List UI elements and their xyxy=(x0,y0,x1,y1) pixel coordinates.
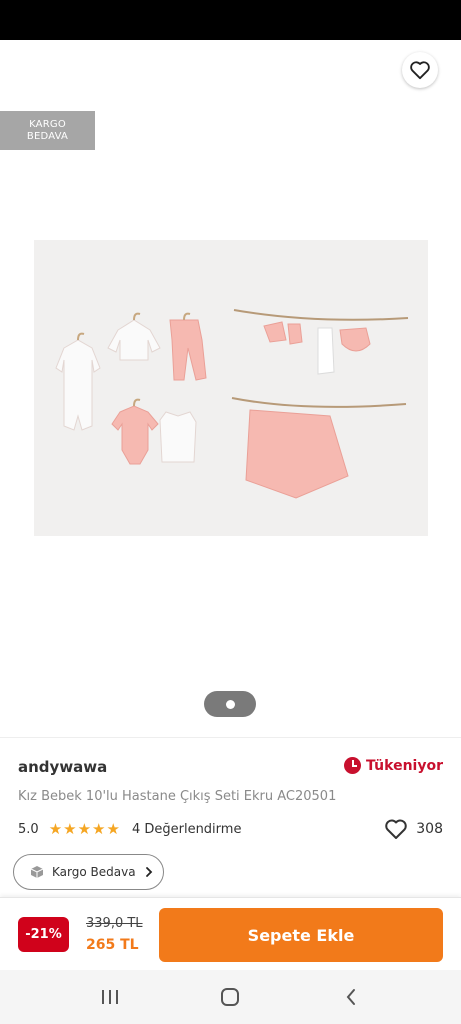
clock-icon xyxy=(343,757,361,774)
star-icon: ★ xyxy=(92,819,106,838)
favorites-number: 308 xyxy=(416,821,443,837)
old-price: 339,0 TL xyxy=(86,916,143,931)
rating-value: 5.0 xyxy=(18,821,39,837)
home-icon xyxy=(221,988,239,1006)
star-icon: ★ xyxy=(48,819,63,838)
image-pager[interactable] xyxy=(204,691,256,717)
arrow-left-icon xyxy=(26,61,48,81)
status-bar xyxy=(0,0,461,40)
back-button[interactable] xyxy=(22,56,52,86)
star-icon: ★ xyxy=(106,819,120,838)
discount-badge: -21% xyxy=(18,917,69,952)
rating-row: 5.0 ★ ★ ★ ★ ★ 4 Değerlendirme 308 xyxy=(18,819,443,839)
top-bar xyxy=(0,40,461,102)
reviews-link[interactable]: 4 Değerlendirme xyxy=(132,822,242,837)
add-to-cart-button[interactable]: Sepete Ekle xyxy=(159,908,443,962)
recent-apps-icon xyxy=(102,990,118,1004)
stock-label: Tükeniyor xyxy=(365,757,443,774)
chevron-right-icon xyxy=(145,867,152,877)
pager-dot-active xyxy=(225,699,235,709)
star-icon: ★ xyxy=(77,819,92,838)
purchase-bar: -21% 339,0 TL 265 TL Sepete Ekle xyxy=(0,897,461,970)
star-icon: ★ xyxy=(63,819,77,838)
heart-outline-icon xyxy=(410,61,430,80)
favorites-count[interactable]: 308 xyxy=(384,818,443,840)
free-shipping-badge: KARGO BEDAVA xyxy=(0,111,95,150)
share-icon xyxy=(353,61,371,81)
share-button[interactable] xyxy=(346,56,378,86)
product-title: Kız Bebek 10'lu Hastane Çıkış Seti Ekru … xyxy=(18,789,337,804)
stock-status: Tükeniyor xyxy=(343,757,443,774)
free-shipping-label: Kargo Bedava xyxy=(52,865,136,879)
rating-stars: ★ ★ ★ ★ ★ xyxy=(48,819,120,838)
product-info: andywawa Tükeniyor Kız Bebek 10'lu Hasta… xyxy=(0,737,461,897)
recent-apps-button[interactable] xyxy=(97,984,123,1010)
back-icon xyxy=(346,989,355,1005)
badge-line-2: BEDAVA xyxy=(26,130,69,142)
free-shipping-chip[interactable]: Kargo Bedava xyxy=(13,854,164,890)
box-icon xyxy=(30,866,44,878)
badge-line-1: KARGO xyxy=(29,118,66,130)
product-photo[interactable] xyxy=(34,240,428,536)
system-back-button[interactable] xyxy=(338,984,364,1010)
baby-clothes-set-image xyxy=(34,240,428,536)
home-button[interactable] xyxy=(217,984,243,1010)
brand-name[interactable]: andywawa xyxy=(18,758,107,776)
favorite-button[interactable] xyxy=(402,52,438,88)
system-nav-bar xyxy=(0,970,461,1024)
new-price: 265 TL xyxy=(86,937,139,953)
heart-outline-icon xyxy=(385,819,408,839)
